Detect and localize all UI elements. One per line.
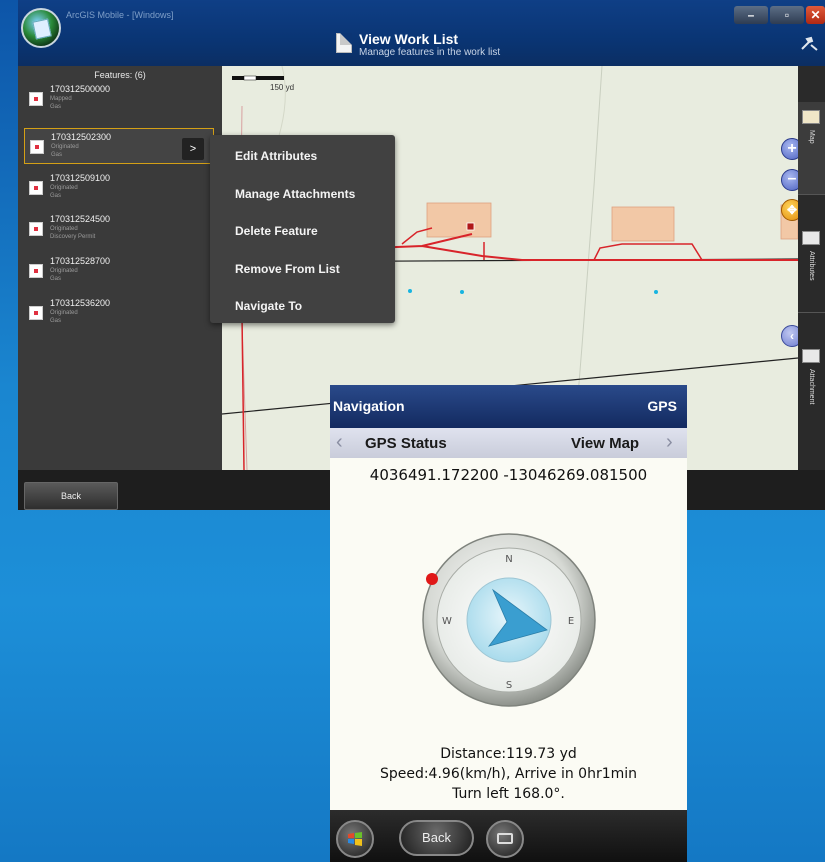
feature-type: Gas: [50, 193, 62, 199]
features-panel: Features: (6) 170312500000 Mapped Gas 17…: [18, 66, 222, 470]
feature-thumbnail-icon: [29, 92, 43, 106]
mobile-bottom-bar: Back: [330, 810, 687, 862]
collapse-panel-button[interactable]: ‹: [781, 325, 798, 347]
feature-thumbnail-icon: [29, 264, 43, 278]
feature-id: 170312509100: [50, 173, 111, 183]
feature-type: Gas: [50, 104, 62, 110]
turn-instruction: Turn left 168.0°.: [452, 786, 565, 802]
mobile-back-button[interactable]: Back: [399, 820, 474, 856]
feature-thumbnail-icon: [30, 140, 44, 154]
tab-map-label: Map: [808, 130, 815, 144]
menu-item-edit-attributes[interactable]: Edit Attributes: [235, 149, 317, 163]
table-icon: [802, 231, 820, 245]
keyboard-icon: [497, 833, 513, 844]
feature-type: Discovery Permit: [50, 234, 96, 240]
feature-status: Originated: [50, 226, 78, 232]
side-tabs: Map Attributes Attachment: [798, 66, 825, 470]
document-icon: [336, 33, 352, 53]
compass-letter-w: W: [442, 616, 452, 627]
close-button[interactable]: ✕: [806, 6, 825, 24]
mobile-title: Navigation: [333, 398, 405, 414]
feature-thumbnail-icon: [29, 222, 43, 236]
tab-attributes-label: Attributes: [808, 251, 815, 281]
compass-letter-e: E: [568, 616, 574, 627]
page-title: View Work List: [359, 31, 459, 47]
feature-thumbnail-icon: [29, 181, 43, 195]
chevron-right-icon[interactable]: ›: [666, 432, 673, 452]
feature-type: Gas: [51, 152, 63, 158]
feature-id: 170312528700: [50, 256, 111, 266]
menu-item-navigate-to[interactable]: Navigate To: [235, 299, 302, 313]
feature-list-item[interactable]: 170312509100 Originated Gas: [24, 170, 214, 206]
back-button[interactable]: Back: [24, 482, 118, 510]
windows-start-button[interactable]: [336, 820, 374, 858]
compass-icon: N E S W: [422, 533, 596, 707]
zoom-out-button[interactable]: –: [781, 169, 798, 191]
feature-actions-arrow-button[interactable]: >: [182, 138, 204, 160]
feature-id: 170312500000: [50, 84, 111, 94]
map-scale-label: 150 yd: [270, 83, 295, 92]
tab-attachment-label: Attachment: [808, 369, 815, 405]
map-icon: [802, 110, 820, 124]
mobile-navigation-window: Navigation GPS ‹ GPS Status View Map › 4…: [330, 385, 687, 862]
tab-map[interactable]: Map: [798, 102, 825, 194]
view-map-link[interactable]: View Map: [571, 435, 639, 452]
target-direction-dot: [426, 573, 438, 585]
zoom-in-button[interactable]: +: [781, 138, 798, 160]
minimize-button[interactable]: –: [734, 6, 768, 24]
attachment-icon: [802, 349, 820, 363]
coordinates-readout: 4036491.172200 -13046269.081500: [369, 466, 648, 484]
feature-status: Originated: [50, 268, 78, 274]
page-subtitle: Manage features in the work list: [359, 47, 501, 58]
gps-status-link[interactable]: GPS Status: [365, 435, 447, 452]
chevron-left-icon[interactable]: ‹: [336, 432, 343, 452]
feature-status: Originated: [50, 185, 78, 191]
keyboard-button[interactable]: [486, 820, 524, 858]
feature-id: 170312502300: [51, 132, 112, 142]
distance-readout: Distance:119.73 yd: [440, 746, 577, 762]
feature-status: Originated: [50, 310, 78, 316]
speed-readout: Speed:4.96(km/h), Arrive in 0hr1min: [379, 766, 638, 782]
gps-indicator: GPS: [647, 398, 677, 414]
feature-type: Gas: [50, 276, 62, 282]
windows-logo-icon: [348, 832, 362, 846]
feature-list-item[interactable]: 170312536200 Originated Gas: [24, 295, 214, 331]
feature-type: Gas: [50, 318, 62, 324]
feature-list-item[interactable]: 170312500000 Mapped Gas: [24, 81, 214, 117]
feature-status: Originated: [51, 144, 79, 150]
maximize-button[interactable]: ▫: [770, 6, 804, 24]
menu-item-remove-from-list[interactable]: Remove From List: [235, 262, 340, 276]
feature-id: 170312536200: [50, 298, 111, 308]
compass-letter-n: N: [505, 554, 512, 565]
feature-id: 170312524500: [50, 214, 111, 224]
tools-icon[interactable]: [799, 36, 819, 52]
title-bar: ArcGIS Mobile - [Windows] View Work List…: [18, 0, 825, 66]
mobile-title-bar: Navigation GPS: [330, 385, 687, 428]
menu-item-delete-feature[interactable]: Delete Feature: [235, 224, 318, 238]
tab-attributes[interactable]: Attributes: [798, 194, 825, 312]
mobile-nav-bar: ‹ GPS Status View Map ›: [330, 428, 687, 458]
tab-attachment[interactable]: Attachment: [798, 312, 825, 470]
app-name: ArcGIS Mobile - [Windows]: [66, 10, 174, 20]
feature-list-item[interactable]: 170312528700 Originated Gas: [24, 253, 214, 289]
feature-status: Mapped: [50, 96, 72, 102]
pan-button[interactable]: ✥: [781, 199, 798, 221]
compass-letter-s: S: [506, 680, 512, 691]
menu-item-manage-attachments[interactable]: Manage Attachments: [235, 187, 355, 201]
feature-list-item[interactable]: 170312524500 Originated Discovery Permit: [24, 211, 214, 247]
context-menu: Edit Attributes Manage Attachments Delet…: [210, 135, 395, 323]
feature-thumbnail-icon: [29, 306, 43, 320]
app-logo-icon[interactable]: [21, 8, 61, 48]
features-header: Features: (6): [94, 70, 146, 80]
